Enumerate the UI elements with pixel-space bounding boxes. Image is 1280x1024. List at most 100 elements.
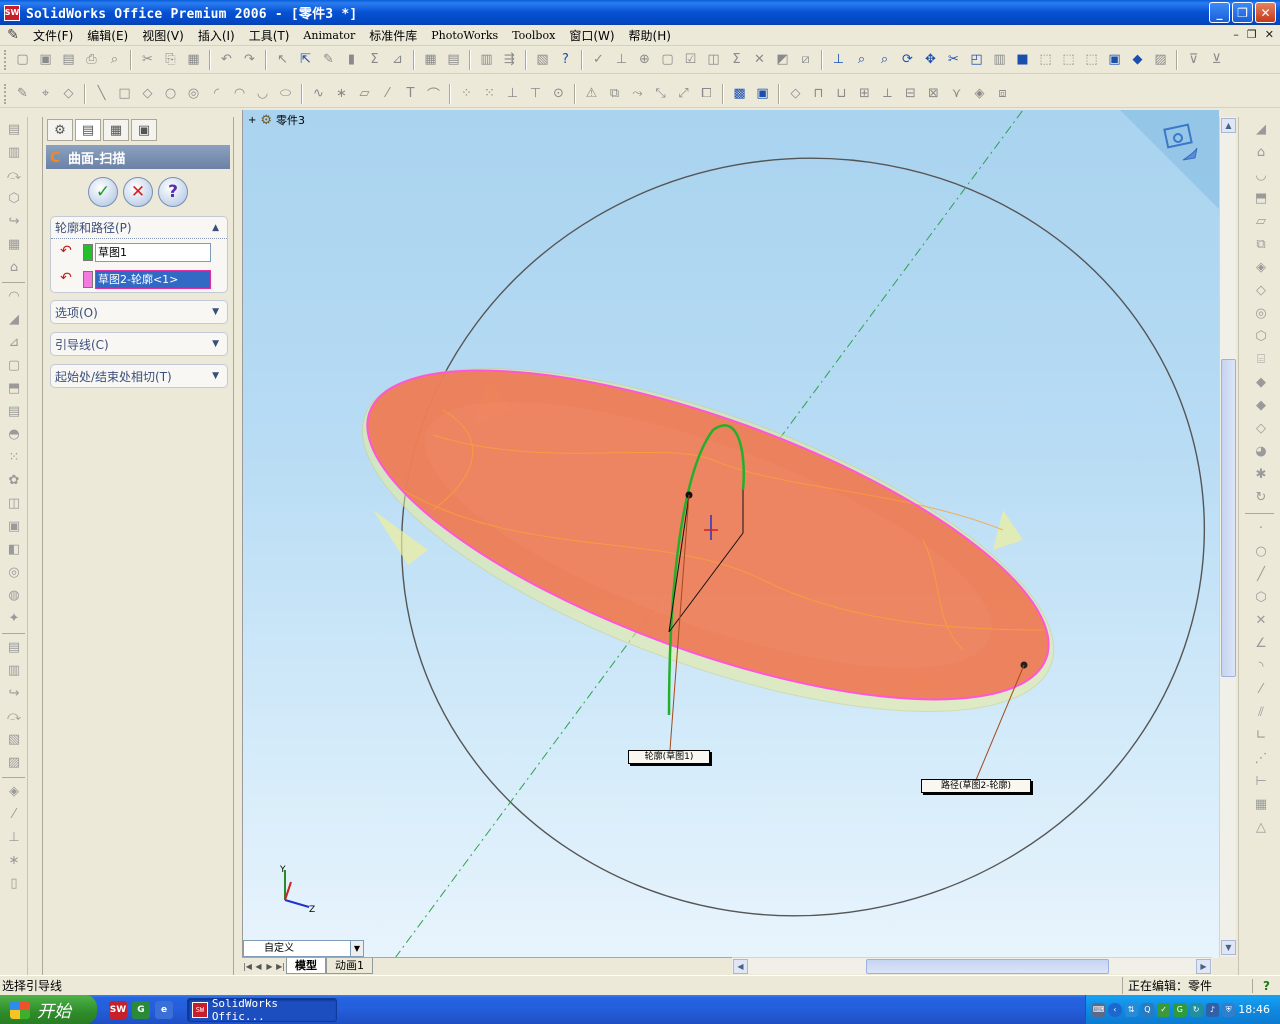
scale-icon[interactable]: ▣	[4, 517, 24, 537]
model-view-canvas[interactable]: Y Z	[243, 110, 1219, 958]
mold-icon[interactable]: ◩	[773, 50, 793, 70]
circle-icon[interactable]: ○	[161, 84, 181, 104]
sketch-tool-icon[interactable]: ◆	[1251, 373, 1271, 393]
tab-model[interactable]: 模型	[286, 958, 326, 974]
rib-icon[interactable]: ⊿	[4, 333, 24, 353]
sketch-chamfer-icon[interactable]: ⌂	[1251, 143, 1271, 163]
taskbar-app-button[interactable]: SW SolidWorks Offic...	[187, 997, 337, 1023]
hidden-lines-icon[interactable]: ⬚	[1059, 50, 1079, 70]
menu-window[interactable]: 窗口(W)	[562, 27, 621, 44]
expand-icon[interactable]: ▼	[212, 339, 219, 349]
split-icon[interactable]: ◧	[4, 540, 24, 560]
undo-icon[interactable]: ↶	[217, 50, 237, 70]
vertical-scrollbar[interactable]: ▲ ▼	[1219, 117, 1236, 957]
cancel-button[interactable]: ✕	[123, 177, 153, 207]
expand-icon[interactable]: ▼	[212, 307, 219, 317]
display-manager-tab-icon[interactable]: ▣	[131, 119, 157, 141]
new-file-icon[interactable]: ▢	[13, 50, 33, 70]
revolve-boss-icon[interactable]: ▥	[4, 143, 24, 163]
tangency-group-header[interactable]: 起始处/结束处相切(T) ▼	[51, 365, 227, 387]
solidworks-logo-icon[interactable]: SW	[4, 4, 20, 21]
circular-pattern-icon[interactable]: ⁙	[480, 84, 500, 104]
help-button[interactable]: ?	[158, 177, 188, 207]
point-icon[interactable]: ∗	[332, 84, 352, 104]
bracket-tool-icon[interactable]: ⊢	[1251, 772, 1271, 792]
coordinate-system-icon[interactable]: ⊥	[4, 828, 24, 848]
corner-tool-icon[interactable]: ∟	[1251, 726, 1271, 746]
dome-icon[interactable]: ◓	[4, 425, 24, 445]
hidden-removed-icon[interactable]: ⬚	[1082, 50, 1102, 70]
component-icon[interactable]: ▢	[658, 50, 678, 70]
scroll-up-button[interactable]: ▲	[1221, 118, 1236, 133]
vertical-icon[interactable]: ⊔	[832, 84, 852, 104]
copy-icon[interactable]: ⎘	[161, 50, 181, 70]
grid-icon[interactable]: ▦	[421, 50, 441, 70]
axis-icon[interactable]: ⁄	[4, 805, 24, 825]
smart-dimension-icon[interactable]: ⌖	[36, 84, 56, 104]
doc-minimize-button[interactable]: –	[1233, 28, 1239, 41]
profile-path-group-header[interactable]: 轮廓和路径(P) ▲	[51, 217, 227, 239]
property-manager-tab-icon[interactable]: ▤	[75, 119, 101, 141]
sketch-star-icon[interactable]: ✱	[1251, 465, 1271, 485]
surface-sweep-icon[interactable]: ↪	[4, 684, 24, 704]
hole-icon[interactable]: ⊕	[635, 50, 655, 70]
spell-check-icon[interactable]: ✓	[589, 50, 609, 70]
sweep-surface-icon[interactable]: ↪	[4, 212, 24, 232]
draft-icon[interactable]: ⬒	[4, 379, 24, 399]
sketch-icon[interactable]: ✎	[319, 50, 339, 70]
scroll-down-button[interactable]: ▼	[1221, 940, 1236, 955]
hatch-tool-icon[interactable]: ▦	[1251, 795, 1271, 815]
standard-views-icon[interactable]: ▥	[990, 50, 1010, 70]
maximize-button[interactable]: ❐	[1232, 2, 1253, 23]
print-preview-icon[interactable]: ⌕	[105, 50, 125, 70]
network-tray-icon[interactable]: ⇅	[1124, 1002, 1138, 1017]
parallel-icon[interactable]: ⊟	[901, 84, 921, 104]
collinear-icon[interactable]: ⊞	[855, 84, 875, 104]
plane-feature-icon[interactable]: ◈	[4, 782, 24, 802]
shaded-icon[interactable]: ■	[1013, 50, 1033, 70]
check-icon[interactable]: ☑	[681, 50, 701, 70]
doc-restore-button[interactable]: ❐	[1247, 28, 1257, 41]
line-icon[interactable]: ╲	[92, 84, 112, 104]
mate-icon[interactable]: ◫	[704, 50, 724, 70]
tab-animation[interactable]: 动画1	[326, 958, 373, 974]
graphics-area[interactable]: Y Z	[242, 110, 1219, 958]
surface-fill-icon[interactable]: ▧	[4, 730, 24, 750]
rebuild-icon[interactable]: ▮	[342, 50, 362, 70]
view-combo-box[interactable]: 自定义 ▼	[243, 940, 364, 957]
open-file-icon[interactable]: ▣	[36, 50, 56, 70]
security-tray-icon[interactable]: ⛨	[1222, 1002, 1236, 1017]
menu-toolbox[interactable]: Toolbox	[505, 29, 562, 42]
relation-icon[interactable]: ◇	[786, 84, 806, 104]
reference-geometry-icon[interactable]: ✦	[4, 609, 24, 629]
move-entities-icon[interactable]: ⤡	[651, 84, 671, 104]
minimize-button[interactable]: _	[1209, 2, 1230, 23]
menu-help[interactable]: 帮助(H)	[622, 27, 678, 44]
perimeter-circle-icon[interactable]: ◎	[184, 84, 204, 104]
convert-entities-icon[interactable]: ⤳	[628, 84, 648, 104]
back-tray-icon[interactable]: ‹	[1108, 1002, 1122, 1017]
perpendicular-icon[interactable]: ⊠	[924, 84, 944, 104]
3d-sketch-icon[interactable]: ◇	[59, 84, 79, 104]
angle-tool-icon[interactable]: ∠	[1251, 634, 1271, 654]
section-view-icon[interactable]: ✂	[944, 50, 964, 70]
double-line-tool-icon[interactable]: ⫽	[1251, 703, 1271, 723]
mirror-icon[interactable]: ⧉	[605, 84, 625, 104]
status-help-button[interactable]: ?	[1252, 978, 1280, 993]
surface-extrude-icon[interactable]: ▤	[4, 638, 24, 658]
sketch-offset-icon[interactable]: ⬒	[1251, 189, 1271, 209]
sketch-eraser-icon[interactable]: ◇	[1251, 419, 1271, 439]
scale-entities-icon[interactable]: ⧠	[697, 84, 717, 104]
pattern-icon[interactable]: ⁙	[4, 448, 24, 468]
circular-pattern-feature-icon[interactable]: ✿	[4, 471, 24, 491]
collapse-icon[interactable]: ▲	[212, 223, 219, 233]
tab-first-icon[interactable]: |◀	[242, 960, 253, 973]
sketch-shirt-icon[interactable]: ⌸	[1251, 350, 1271, 370]
text-icon[interactable]: T	[401, 84, 421, 104]
view-normal-icon[interactable]: ⊥	[829, 50, 849, 70]
point-tool-icon[interactable]: ·	[1251, 519, 1271, 539]
tab-last-icon[interactable]: ▶|	[275, 960, 286, 973]
display-icon[interactable]: ▣	[753, 84, 773, 104]
browser-quicklaunch-icon[interactable]: G	[132, 1000, 150, 1019]
sketch-block-icon[interactable]: ◈	[1251, 258, 1271, 278]
